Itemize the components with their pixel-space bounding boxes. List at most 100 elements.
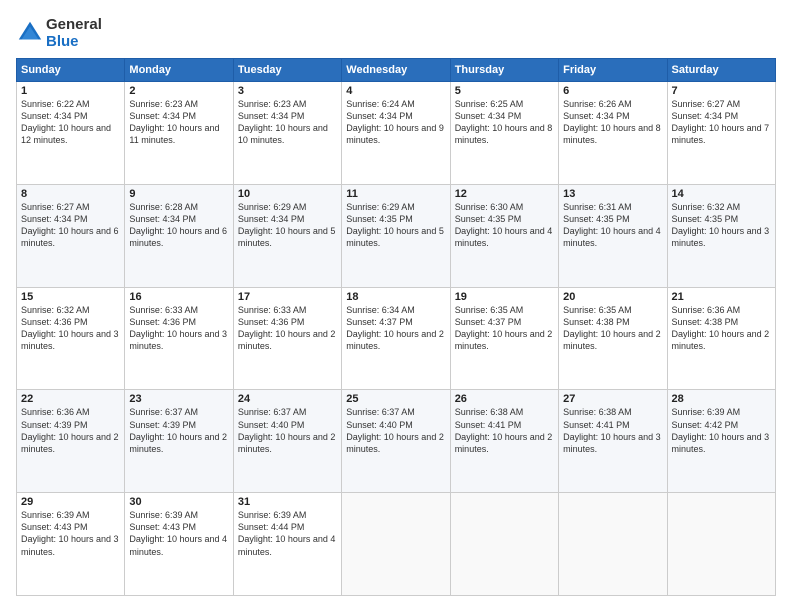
- calendar-header-row: Sunday Monday Tuesday Wednesday Thursday…: [17, 59, 776, 82]
- table-row: 15 Sunrise: 6:32 AM Sunset: 4:36 PM Dayl…: [17, 287, 125, 390]
- day-info: Sunrise: 6:23 AM Sunset: 4:34 PM Dayligh…: [238, 98, 337, 147]
- table-row: 28 Sunrise: 6:39 AM Sunset: 4:42 PM Dayl…: [667, 390, 775, 493]
- day-number: 24: [238, 393, 337, 405]
- col-friday: Friday: [559, 59, 667, 82]
- day-info: Sunrise: 6:27 AM Sunset: 4:34 PM Dayligh…: [21, 201, 120, 250]
- day-info: Sunrise: 6:33 AM Sunset: 4:36 PM Dayligh…: [238, 304, 337, 353]
- table-row: 31 Sunrise: 6:39 AM Sunset: 4:44 PM Dayl…: [233, 493, 341, 596]
- table-row: 10 Sunrise: 6:29 AM Sunset: 4:34 PM Dayl…: [233, 184, 341, 287]
- day-number: 17: [238, 291, 337, 303]
- header: General Blue: [16, 16, 776, 50]
- day-info: Sunrise: 6:31 AM Sunset: 4:35 PM Dayligh…: [563, 201, 662, 250]
- day-info: Sunrise: 6:30 AM Sunset: 4:35 PM Dayligh…: [455, 201, 554, 250]
- day-info: Sunrise: 6:36 AM Sunset: 4:38 PM Dayligh…: [672, 304, 771, 353]
- calendar-row: 22 Sunrise: 6:36 AM Sunset: 4:39 PM Dayl…: [17, 390, 776, 493]
- day-info: Sunrise: 6:28 AM Sunset: 4:34 PM Dayligh…: [129, 201, 228, 250]
- day-number: 23: [129, 393, 228, 405]
- day-info: Sunrise: 6:36 AM Sunset: 4:39 PM Dayligh…: [21, 406, 120, 455]
- day-number: 26: [455, 393, 554, 405]
- day-number: 9: [129, 188, 228, 200]
- day-info: Sunrise: 6:33 AM Sunset: 4:36 PM Dayligh…: [129, 304, 228, 353]
- day-info: Sunrise: 6:29 AM Sunset: 4:34 PM Dayligh…: [238, 201, 337, 250]
- day-number: 12: [455, 188, 554, 200]
- day-info: Sunrise: 6:35 AM Sunset: 4:37 PM Dayligh…: [455, 304, 554, 353]
- col-wednesday: Wednesday: [342, 59, 450, 82]
- logo-text-blue: Blue: [46, 33, 102, 50]
- table-row: 4 Sunrise: 6:24 AM Sunset: 4:34 PM Dayli…: [342, 82, 450, 185]
- day-info: Sunrise: 6:32 AM Sunset: 4:36 PM Dayligh…: [21, 304, 120, 353]
- day-number: 27: [563, 393, 662, 405]
- table-row: 29 Sunrise: 6:39 AM Sunset: 4:43 PM Dayl…: [17, 493, 125, 596]
- day-info: Sunrise: 6:39 AM Sunset: 4:43 PM Dayligh…: [129, 509, 228, 558]
- day-number: 20: [563, 291, 662, 303]
- day-number: 31: [238, 496, 337, 508]
- page: General Blue Sunday Monday Tuesday Wedne…: [0, 0, 792, 612]
- day-info: Sunrise: 6:32 AM Sunset: 4:35 PM Dayligh…: [672, 201, 771, 250]
- table-row: 1 Sunrise: 6:22 AM Sunset: 4:34 PM Dayli…: [17, 82, 125, 185]
- calendar-row: 15 Sunrise: 6:32 AM Sunset: 4:36 PM Dayl…: [17, 287, 776, 390]
- day-info: Sunrise: 6:24 AM Sunset: 4:34 PM Dayligh…: [346, 98, 445, 147]
- table-row: 18 Sunrise: 6:34 AM Sunset: 4:37 PM Dayl…: [342, 287, 450, 390]
- calendar-row: 1 Sunrise: 6:22 AM Sunset: 4:34 PM Dayli…: [17, 82, 776, 185]
- table-row: 9 Sunrise: 6:28 AM Sunset: 4:34 PM Dayli…: [125, 184, 233, 287]
- day-info: Sunrise: 6:29 AM Sunset: 4:35 PM Dayligh…: [346, 201, 445, 250]
- table-row: 2 Sunrise: 6:23 AM Sunset: 4:34 PM Dayli…: [125, 82, 233, 185]
- day-number: 18: [346, 291, 445, 303]
- calendar-table: Sunday Monday Tuesday Wednesday Thursday…: [16, 58, 776, 596]
- day-info: Sunrise: 6:26 AM Sunset: 4:34 PM Dayligh…: [563, 98, 662, 147]
- day-info: Sunrise: 6:37 AM Sunset: 4:40 PM Dayligh…: [346, 406, 445, 455]
- table-row: [667, 493, 775, 596]
- calendar-row: 8 Sunrise: 6:27 AM Sunset: 4:34 PM Dayli…: [17, 184, 776, 287]
- day-number: 3: [238, 85, 337, 97]
- table-row: 30 Sunrise: 6:39 AM Sunset: 4:43 PM Dayl…: [125, 493, 233, 596]
- table-row: 24 Sunrise: 6:37 AM Sunset: 4:40 PM Dayl…: [233, 390, 341, 493]
- day-info: Sunrise: 6:38 AM Sunset: 4:41 PM Dayligh…: [563, 406, 662, 455]
- day-info: Sunrise: 6:39 AM Sunset: 4:44 PM Dayligh…: [238, 509, 337, 558]
- table-row: 5 Sunrise: 6:25 AM Sunset: 4:34 PM Dayli…: [450, 82, 558, 185]
- day-number: 2: [129, 85, 228, 97]
- day-info: Sunrise: 6:27 AM Sunset: 4:34 PM Dayligh…: [672, 98, 771, 147]
- col-thursday: Thursday: [450, 59, 558, 82]
- table-row: 14 Sunrise: 6:32 AM Sunset: 4:35 PM Dayl…: [667, 184, 775, 287]
- day-number: 16: [129, 291, 228, 303]
- table-row: 16 Sunrise: 6:33 AM Sunset: 4:36 PM Dayl…: [125, 287, 233, 390]
- col-saturday: Saturday: [667, 59, 775, 82]
- table-row: 17 Sunrise: 6:33 AM Sunset: 4:36 PM Dayl…: [233, 287, 341, 390]
- col-sunday: Sunday: [17, 59, 125, 82]
- table-row: [559, 493, 667, 596]
- day-number: 10: [238, 188, 337, 200]
- day-number: 5: [455, 85, 554, 97]
- day-number: 13: [563, 188, 662, 200]
- table-row: 7 Sunrise: 6:27 AM Sunset: 4:34 PM Dayli…: [667, 82, 775, 185]
- day-info: Sunrise: 6:38 AM Sunset: 4:41 PM Dayligh…: [455, 406, 554, 455]
- logo-icon: [16, 19, 44, 47]
- day-info: Sunrise: 6:39 AM Sunset: 4:43 PM Dayligh…: [21, 509, 120, 558]
- table-row: 3 Sunrise: 6:23 AM Sunset: 4:34 PM Dayli…: [233, 82, 341, 185]
- day-number: 25: [346, 393, 445, 405]
- table-row: 6 Sunrise: 6:26 AM Sunset: 4:34 PM Dayli…: [559, 82, 667, 185]
- day-info: Sunrise: 6:22 AM Sunset: 4:34 PM Dayligh…: [21, 98, 120, 147]
- day-number: 21: [672, 291, 771, 303]
- day-number: 22: [21, 393, 120, 405]
- day-number: 6: [563, 85, 662, 97]
- day-number: 15: [21, 291, 120, 303]
- col-tuesday: Tuesday: [233, 59, 341, 82]
- day-number: 29: [21, 496, 120, 508]
- table-row: 20 Sunrise: 6:35 AM Sunset: 4:38 PM Dayl…: [559, 287, 667, 390]
- table-row: 13 Sunrise: 6:31 AM Sunset: 4:35 PM Dayl…: [559, 184, 667, 287]
- day-number: 7: [672, 85, 771, 97]
- day-number: 4: [346, 85, 445, 97]
- day-info: Sunrise: 6:23 AM Sunset: 4:34 PM Dayligh…: [129, 98, 228, 147]
- table-row: 11 Sunrise: 6:29 AM Sunset: 4:35 PM Dayl…: [342, 184, 450, 287]
- day-number: 19: [455, 291, 554, 303]
- day-info: Sunrise: 6:25 AM Sunset: 4:34 PM Dayligh…: [455, 98, 554, 147]
- day-number: 28: [672, 393, 771, 405]
- day-info: Sunrise: 6:34 AM Sunset: 4:37 PM Dayligh…: [346, 304, 445, 353]
- table-row: [342, 493, 450, 596]
- table-row: 23 Sunrise: 6:37 AM Sunset: 4:39 PM Dayl…: [125, 390, 233, 493]
- table-row: 12 Sunrise: 6:30 AM Sunset: 4:35 PM Dayl…: [450, 184, 558, 287]
- day-number: 30: [129, 496, 228, 508]
- logo: General Blue: [16, 16, 102, 50]
- day-info: Sunrise: 6:35 AM Sunset: 4:38 PM Dayligh…: [563, 304, 662, 353]
- day-info: Sunrise: 6:39 AM Sunset: 4:42 PM Dayligh…: [672, 406, 771, 455]
